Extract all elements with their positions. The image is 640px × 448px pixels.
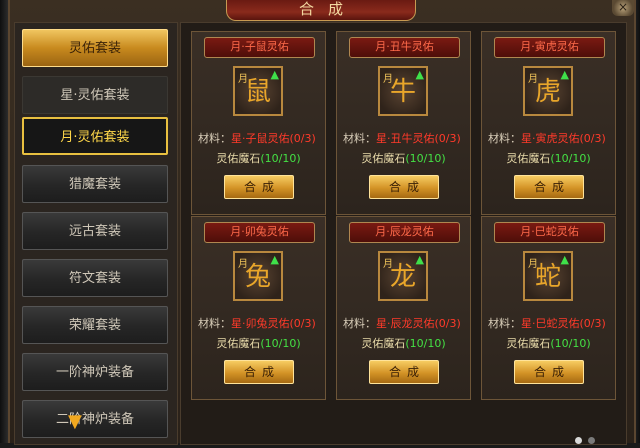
material-label: 材料： [198, 132, 231, 145]
material-label: 材料： [343, 132, 376, 145]
material-line: 材料：星·辰龙灵佑(0/3) [343, 315, 467, 331]
synthesize-button[interactable]: 合成 [369, 175, 439, 199]
category-sidebar: 灵佑套装 星·灵佑套装 月·灵佑套装 猎魔套装 远古套装 符文套装 荣耀套装 一… [14, 22, 178, 445]
sidebar-item-glory-set[interactable]: 荣耀套装 [22, 306, 168, 344]
sidebar-item-tier1-furnace[interactable]: 一阶神炉装备 [22, 353, 168, 391]
material-line: 材料：星·卯兔灵佑(0/3) [198, 315, 322, 331]
rat-icon[interactable]: 月鼠 ▲ [233, 66, 283, 116]
material-label: 材料： [343, 317, 376, 330]
material-item: 星·巳蛇灵佑(0/3) [521, 317, 606, 330]
sidebar-item-lingyou-set[interactable]: 灵佑套装 [22, 29, 168, 67]
material-line: 材料：星·丑牛灵佑(0/3) [343, 130, 467, 146]
sidebar-item-moon-lingyou-set[interactable]: 月·灵佑套装 [22, 117, 168, 155]
window-title: 合成 [226, 0, 416, 21]
recipe-grid: 月·子鼠灵佑月鼠 ▲ 材料：星·子鼠灵佑(0/3) 灵佑魔石(10/10) 合成 月·丑牛… [180, 22, 627, 445]
upgrade-arrow-icon: ▲ [270, 253, 279, 266]
stone-line: 灵佑魔石(10/10) [337, 335, 470, 351]
stone-line: 灵佑魔石(10/10) [337, 150, 470, 166]
upgrade-arrow-icon: ▲ [270, 68, 279, 81]
recipe-title: 月·寅虎灵佑 [494, 37, 605, 58]
material-item: 星·丑牛灵佑(0/3) [376, 132, 461, 145]
stone-count: (10/10) [405, 337, 446, 350]
material-line: 材料：星·子鼠灵佑(0/3) [198, 130, 322, 146]
stone-label: 灵佑魔石 [506, 152, 551, 165]
material-label: 材料： [488, 317, 521, 330]
recipe-card: 月·辰龙灵佑月龙 ▲ 材料：星·辰龙灵佑(0/3) 灵佑魔石(10/10) 合成 [336, 216, 471, 400]
stone-label: 灵佑魔石 [361, 152, 406, 165]
ox-icon[interactable]: 月牛 ▲ [378, 66, 428, 116]
synthesize-button[interactable]: 合成 [224, 175, 294, 199]
recipe-title: 月·辰龙灵佑 [349, 222, 460, 243]
recipe-title: 月·子鼠灵佑 [204, 37, 315, 58]
stone-line: 灵佑魔石(10/10) [192, 335, 325, 351]
snake-icon[interactable]: 月蛇 ▲ [523, 251, 573, 301]
material-label: 材料： [198, 317, 231, 330]
stone-count: (10/10) [550, 337, 591, 350]
material-label: 材料： [488, 132, 521, 145]
stone-count: (10/10) [260, 152, 301, 165]
recipe-card: 月·丑牛灵佑月牛 ▲ 材料：星·丑牛灵佑(0/3) 灵佑魔石(10/10) 合成 [336, 31, 471, 215]
upgrade-arrow-icon: ▲ [560, 253, 569, 266]
stone-label: 灵佑魔石 [216, 337, 261, 350]
recipe-card: 月·寅虎灵佑月虎 ▲ 材料：星·寅虎灵佑(0/3) 灵佑魔石(10/10) 合成 [481, 31, 616, 215]
sidebar-item-star-lingyou-set[interactable]: 星·灵佑套装 [22, 76, 168, 114]
stone-line: 灵佑魔石(10/10) [192, 150, 325, 166]
recipe-card: 月·巳蛇灵佑月蛇 ▲ 材料：星·巳蛇灵佑(0/3) 灵佑魔石(10/10) 合成 [481, 216, 616, 400]
material-item: 星·卯兔灵佑(0/3) [231, 317, 316, 330]
window-edge-left [0, 0, 8, 443]
sidebar-item-rune-set[interactable]: 符文套装 [22, 259, 168, 297]
stone-count: (10/10) [550, 152, 591, 165]
recipe-title: 月·丑牛灵佑 [349, 37, 460, 58]
synthesize-button[interactable]: 合成 [369, 360, 439, 384]
material-line: 材料：星·寅虎灵佑(0/3) [488, 130, 612, 146]
upgrade-arrow-icon: ▲ [415, 253, 424, 266]
pagination-dots [575, 429, 601, 448]
material-line: 材料：星·巳蛇灵佑(0/3) [488, 315, 612, 331]
stone-line: 灵佑魔石(10/10) [482, 335, 615, 351]
synthesize-button[interactable]: 合成 [514, 175, 584, 199]
synthesize-button[interactable]: 合成 [514, 360, 584, 384]
material-item: 星·辰龙灵佑(0/3) [376, 317, 461, 330]
stone-label: 灵佑魔石 [506, 337, 551, 350]
stone-count: (10/10) [260, 337, 301, 350]
sidebar-item-demon-hunter-set[interactable]: 猎魔套装 [22, 165, 168, 203]
chevron-down-icon[interactable]: ▼ [68, 411, 82, 432]
sidebar-item-ancient-set[interactable]: 远古套装 [22, 212, 168, 250]
recipe-card: 月·卯兔灵佑月兔 ▲ 材料：星·卯兔灵佑(0/3) 灵佑魔石(10/10) 合成 [191, 216, 326, 400]
dragon-icon[interactable]: 月龙 ▲ [378, 251, 428, 301]
tiger-icon[interactable]: 月虎 ▲ [523, 66, 573, 116]
recipe-card: 月·子鼠灵佑月鼠 ▲ 材料：星·子鼠灵佑(0/3) 灵佑魔石(10/10) 合成 [191, 31, 326, 215]
upgrade-arrow-icon: ▲ [415, 68, 424, 81]
stone-label: 灵佑魔石 [361, 337, 406, 350]
material-item: 星·子鼠灵佑(0/3) [231, 132, 316, 145]
stone-line: 灵佑魔石(10/10) [482, 150, 615, 166]
upgrade-arrow-icon: ▲ [560, 68, 569, 81]
rabbit-icon[interactable]: 月兔 ▲ [233, 251, 283, 301]
stone-label: 灵佑魔石 [216, 152, 261, 165]
stone-count: (10/10) [405, 152, 446, 165]
sidebar-item-tier2-furnace[interactable]: 二阶神炉装备 [22, 400, 168, 438]
recipe-title: 月·卯兔灵佑 [204, 222, 315, 243]
synthesize-button[interactable]: 合成 [224, 360, 294, 384]
close-icon[interactable]: × [612, 0, 634, 16]
recipe-title: 月·巳蛇灵佑 [494, 222, 605, 243]
material-item: 星·寅虎灵佑(0/3) [521, 132, 606, 145]
